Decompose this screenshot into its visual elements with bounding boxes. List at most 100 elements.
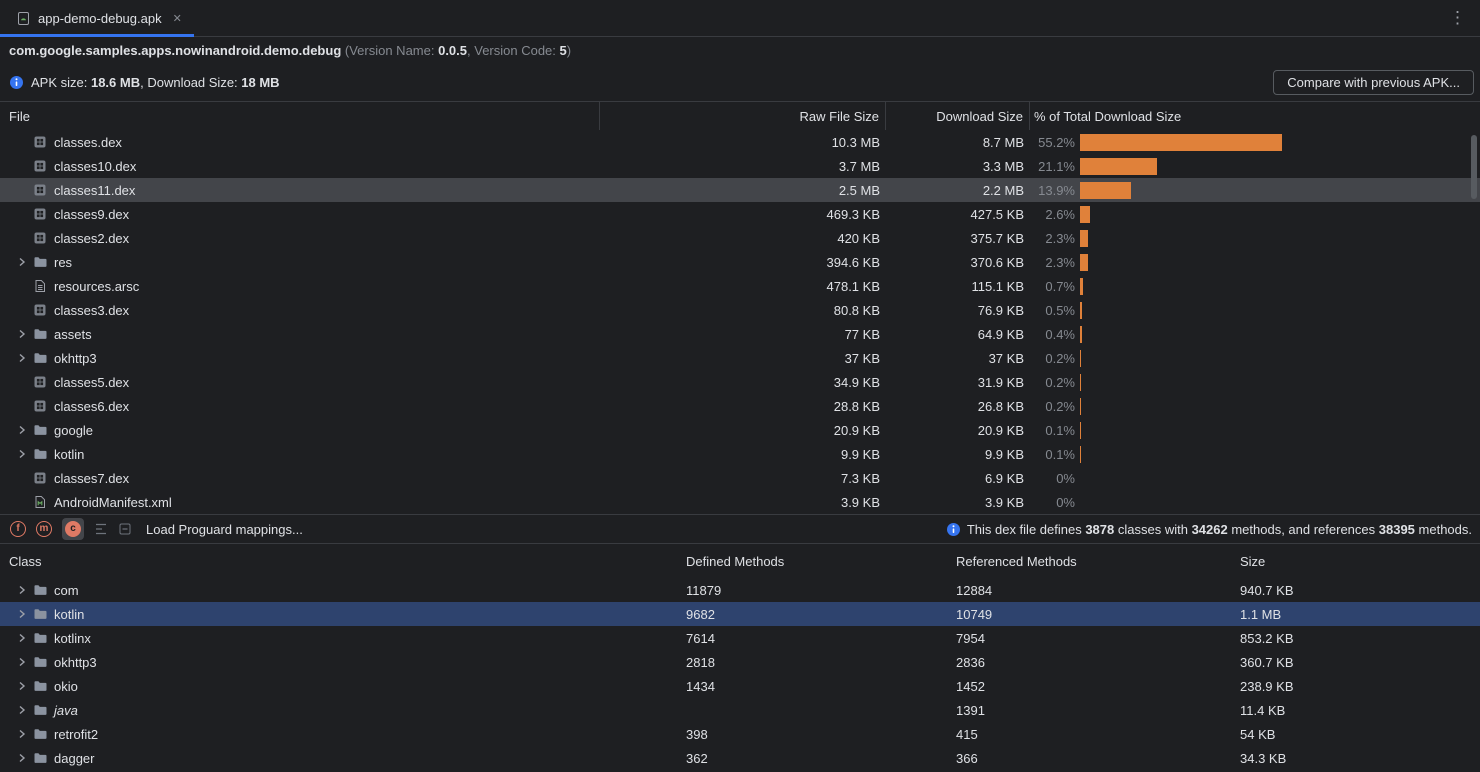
column-header-file[interactable]: File [0,102,600,130]
class-table-row[interactable]: retrofit239841554 KB [0,722,1480,746]
raw-file-size: 77 KB [600,327,886,342]
show-fields-icon[interactable]: f [10,521,26,537]
file-name-cell: classes5.dex [0,375,600,390]
download-size: 3.9 KB [886,495,1030,510]
percent-label: 0.7% [1030,279,1080,294]
class-table-body: com1187912884940.7 KBkotlin9682107491.1 … [0,578,1480,770]
file-name-cell: resources.arsc [0,279,600,294]
file-name-cell: classes3.dex [0,303,600,318]
file-table-row[interactable]: classes9.dex469.3 KB427.5 KB2.6% [0,202,1480,226]
file-name: classes11.dex [54,183,135,198]
file-table-row[interactable]: classes11.dex2.5 MB2.2 MB13.9% [0,178,1480,202]
dex-info-line: This dex file defines 3878 classes with … [946,522,1474,537]
file-table: File Raw File Size Download Size % of To… [0,101,1480,514]
percent-bar [1080,350,1081,367]
file-table-row[interactable]: classes5.dex34.9 KB31.9 KB0.2% [0,370,1480,394]
percent-label: 0.2% [1030,399,1080,414]
file-name-cell: classes7.dex [0,471,600,486]
dex-file-icon [32,375,48,389]
download-size: 3.3 MB [886,159,1030,174]
dex-file-icon [32,303,48,317]
column-header-defined-methods[interactable]: Defined Methods [678,554,956,569]
tab-apk-analyzer[interactable]: app-demo-debug.apk ✕ [0,0,194,36]
file-table-row[interactable]: classes7.dex7.3 KB6.9 KB0% [0,466,1480,490]
expand-all-icon[interactable] [94,522,108,536]
file-table-row[interactable]: res394.6 KB370.6 KB2.3% [0,250,1480,274]
file-table-row[interactable]: AndroidManifest.xml3.9 KB3.9 KB0% [0,490,1480,514]
show-referenced-classes-icon[interactable]: c [62,518,84,540]
class-table-row[interactable]: okio14341452238.9 KB [0,674,1480,698]
class-size: 54 KB [1240,727,1480,742]
chevron-right-icon[interactable] [12,751,32,765]
dex-file-icon [32,183,48,197]
class-table-row[interactable]: com1187912884940.7 KB [0,578,1480,602]
file-table-row[interactable]: classes6.dex28.8 KB26.8 KB0.2% [0,394,1480,418]
file-table-row[interactable]: resources.arsc478.1 KB115.1 KB0.7% [0,274,1480,298]
file-table-row[interactable]: okhttp337 KB37 KB0.2% [0,346,1480,370]
collapse-all-icon[interactable] [118,522,132,536]
version-name-value: 0.0.5 [438,43,467,58]
close-icon[interactable]: ✕ [173,12,182,25]
file-table-row[interactable]: kotlin9.9 KB9.9 KB0.1% [0,442,1480,466]
chevron-right-icon[interactable] [12,327,32,341]
column-header-referenced-methods[interactable]: Referenced Methods [956,554,1240,569]
file-table-row[interactable]: classes10.dex3.7 MB3.3 MB21.1% [0,154,1480,178]
file-name-cell: classes.dex [0,135,600,150]
chevron-right-icon[interactable] [12,655,32,669]
download-size: 375.7 KB [886,231,1030,246]
package-name: com.google.samples.apps.nowinandroid.dem… [9,43,341,58]
arsc-file-icon [32,279,48,293]
chevron-right-icon[interactable] [12,631,32,645]
referenced-methods: 12884 [956,583,1240,598]
column-header-download-size[interactable]: Download Size [886,102,1030,130]
download-size: 9.9 KB [886,447,1030,462]
chevron-right-icon[interactable] [12,255,32,269]
class-table-row[interactable]: okhttp328182836360.7 KB [0,650,1480,674]
defined-methods: 11879 [678,583,956,598]
show-methods-icon[interactable]: m [36,521,52,537]
class-size: 853.2 KB [1240,631,1480,646]
chevron-right-icon[interactable] [12,727,32,741]
download-size: 76.9 KB [886,303,1030,318]
raw-file-size: 28.8 KB [600,399,886,414]
info-icon [9,75,24,90]
chevron-right-icon[interactable] [12,703,32,717]
percent-bar-track [1080,398,1480,415]
file-name-cell: classes10.dex [0,159,600,174]
class-table-row[interactable]: kotlin9682107491.1 MB [0,602,1480,626]
class-table-header: Class Defined Methods Referenced Methods… [0,544,1480,578]
file-name: classes2.dex [54,231,129,246]
chevron-right-icon[interactable] [12,351,32,365]
class-size: 11.4 KB [1240,703,1480,718]
show-methods-glyph: m [36,521,52,537]
compare-apk-button[interactable]: Compare with previous APK... [1273,70,1474,95]
chevron-right-icon[interactable] [12,583,32,597]
file-table-row[interactable]: google20.9 KB20.9 KB0.1% [0,418,1480,442]
file-name: kotlin [54,447,84,462]
file-table-row[interactable]: classes3.dex80.8 KB76.9 KB0.5% [0,298,1480,322]
download-size: 8.7 MB [886,135,1030,150]
percent-bar-track [1080,302,1480,319]
load-proguard-mappings-action[interactable]: Load Proguard mappings... [146,522,303,537]
class-table-row[interactable]: kotlinx76147954853.2 KB [0,626,1480,650]
class-table-row[interactable]: dagger36236634.3 KB [0,746,1480,770]
file-name: okhttp3 [54,351,97,366]
chevron-right-icon[interactable] [12,423,32,437]
chevron-right-icon[interactable] [12,679,32,693]
file-table-row[interactable]: assets77 KB64.9 KB0.4% [0,322,1480,346]
column-header-class[interactable]: Class [0,554,678,569]
vertical-scrollbar[interactable] [1471,135,1477,199]
percent-bar [1080,374,1081,391]
percent-label: 2.6% [1030,207,1080,222]
column-header-raw-file-size[interactable]: Raw File Size [600,102,886,130]
chevron-right-icon[interactable] [12,607,32,621]
chevron-right-icon[interactable] [12,447,32,461]
file-table-row[interactable]: classes.dex10.3 MB8.7 MB55.2% [0,130,1480,154]
class-table-row[interactable]: java139111.4 KB [0,698,1480,722]
defined-methods: 2818 [678,655,956,670]
column-header-size[interactable]: Size [1240,554,1480,569]
class-name: java [54,703,78,718]
column-header-percent-of-total[interactable]: % of Total Download Size [1030,109,1480,124]
file-table-row[interactable]: classes2.dex420 KB375.7 KB2.3% [0,226,1480,250]
more-options-icon[interactable]: ⋮ [1435,8,1480,28]
